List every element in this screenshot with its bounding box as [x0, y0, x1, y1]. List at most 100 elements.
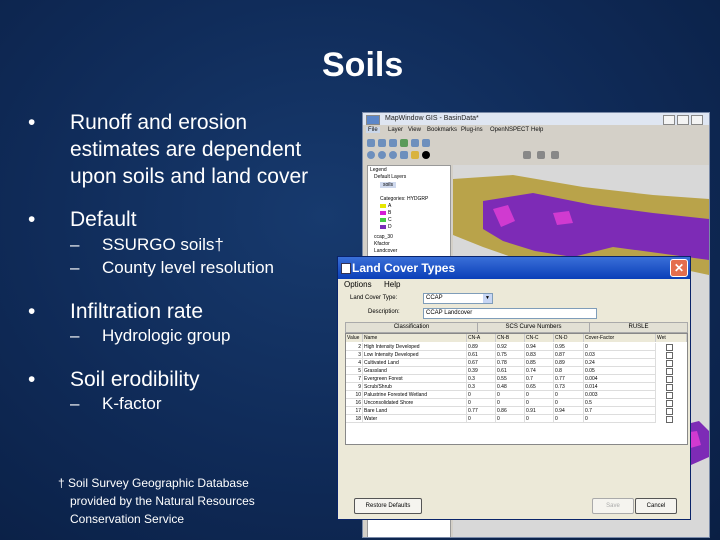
table-cell[interactable]: High Intensity Developed [363, 343, 467, 351]
chevron-down-icon[interactable]: ▼ [483, 294, 492, 303]
table-cell[interactable]: 5 [346, 367, 363, 375]
wet-checkbox[interactable] [666, 392, 673, 399]
column-header[interactable]: Value [346, 334, 363, 342]
table-cell[interactable]: 0 [525, 399, 554, 407]
land-cover-table[interactable]: Value Name CN-A CN-B CN-C CN-D Cover-Factor Wet… [345, 333, 688, 445]
table-cell[interactable]: 0 [467, 391, 496, 399]
column-header[interactable]: Wet [656, 334, 687, 342]
table-cell[interactable]: 0.003 [584, 391, 656, 399]
close-icon[interactable] [691, 115, 703, 125]
wet-checkbox[interactable]: ✓ [666, 416, 673, 423]
table-cell[interactable]: 2 [346, 343, 363, 351]
table-row[interactable]: 5 Grassland 0.39 0.61 0.74 0.8 0.05 [346, 367, 687, 375]
table-row[interactable]: 18 Water 0 0 0 0 0 ✓ [346, 415, 687, 423]
zoom-extent-icon[interactable] [389, 151, 397, 159]
table-row[interactable]: 10 Palustrine Forested Wetland 0 0 0 0 0.003 [346, 391, 687, 399]
table-row[interactable]: 7 Evergreen Forest 0.3 0.55 0.7 0.77 0.004 [346, 375, 687, 383]
table-cell[interactable]: Evergreen Forest [363, 375, 467, 383]
table-row[interactable]: 2 High Intensity Developed 0.89 0.92 0.94 0.9… [346, 343, 687, 351]
table-cell[interactable]: 0.014 [584, 383, 656, 391]
table-cell[interactable]: 0.3 [467, 383, 496, 391]
table-cell[interactable]: 0.95 [554, 343, 584, 351]
column-header[interactable]: CN-C [525, 334, 554, 342]
print-icon[interactable] [400, 139, 408, 147]
wet-checkbox[interactable] [666, 376, 673, 383]
table-cell[interactable]: 0 [467, 399, 496, 407]
table-cell[interactable]: 0 [496, 399, 525, 407]
tool-icon[interactable] [537, 151, 545, 159]
table-cell[interactable]: Low Intensity Developed [363, 351, 467, 359]
menu-opennspect[interactable]: OpenNSPECT [490, 127, 529, 133]
table-cell[interactable]: 0.67 [467, 359, 496, 367]
table-cell[interactable]: 0 [584, 415, 656, 423]
column-header[interactable]: CN-D [554, 334, 584, 342]
menu-file[interactable]: File [366, 127, 380, 133]
dialog-titlebar[interactable]: Land Cover Types ✕ [338, 257, 690, 279]
table-cell[interactable]: 0.87 [554, 351, 584, 359]
table-cell[interactable]: Water [363, 415, 467, 423]
tool-icon[interactable] [551, 151, 559, 159]
minimize-icon[interactable] [663, 115, 675, 125]
table-cell[interactable]: Grassland [363, 367, 467, 375]
table-cell[interactable]: 0.65 [525, 383, 554, 391]
wet-checkbox[interactable] [666, 400, 673, 407]
table-cell[interactable]: 10 [346, 391, 363, 399]
table-cell[interactable]: 0 [525, 391, 554, 399]
wet-checkbox[interactable] [666, 360, 673, 367]
land-cover-type-select[interactable]: CCAP ▼ [423, 293, 493, 304]
zoom-in-icon[interactable] [367, 151, 375, 159]
table-row[interactable]: 4 Cultivated Land 0.67 0.78 0.85 0.89 0.24 [346, 359, 687, 367]
legend-layer-soils[interactable]: soils [380, 182, 397, 188]
table-cell[interactable]: 0 [496, 391, 525, 399]
table-cell[interactable]: 0.85 [525, 359, 554, 367]
table-cell[interactable]: 0.91 [525, 407, 554, 415]
table-cell[interactable]: 0 [554, 399, 584, 407]
table-cell[interactable]: 0.74 [525, 367, 554, 375]
description-field[interactable]: CCAP Landcover [423, 308, 597, 319]
table-cell[interactable]: 0.89 [467, 343, 496, 351]
table-cell[interactable]: 0.05 [584, 367, 656, 375]
wet-checkbox[interactable] [666, 344, 673, 351]
table-row[interactable]: 9 Scrub/Shrub 0.3 0.48 0.65 0.73 0.014 [346, 383, 687, 391]
table-cell[interactable]: 0.55 [496, 375, 525, 383]
menu-layer[interactable]: Layer [388, 127, 403, 133]
table-cell[interactable]: 0.94 [554, 407, 584, 415]
wet-checkbox[interactable] [666, 384, 673, 391]
restore-defaults-button[interactable]: Restore Defaults [354, 498, 422, 514]
table-cell[interactable]: 0 [467, 415, 496, 423]
table-cell[interactable]: 0 [554, 391, 584, 399]
table-cell[interactable]: 0.94 [525, 343, 554, 351]
table-cell[interactable]: 0.8 [554, 367, 584, 375]
legend-layer[interactable]: Kfactor [374, 241, 390, 247]
remove-layer-icon[interactable] [422, 139, 430, 147]
table-cell[interactable]: 0.89 [554, 359, 584, 367]
table-cell[interactable]: 0.004 [584, 375, 656, 383]
maximize-icon[interactable] [677, 115, 689, 125]
table-cell[interactable]: 4 [346, 359, 363, 367]
table-cell[interactable]: 16 [346, 399, 363, 407]
table-cell[interactable]: Cultivated Land [363, 359, 467, 367]
menu-view[interactable]: View [408, 127, 421, 133]
table-cell[interactable]: 0.83 [525, 351, 554, 359]
table-cell[interactable]: 7 [346, 375, 363, 383]
table-cell[interactable]: 0.7 [525, 375, 554, 383]
zoom-out-icon[interactable] [378, 151, 386, 159]
table-cell[interactable]: 0.3 [467, 375, 496, 383]
wet-checkbox[interactable] [666, 352, 673, 359]
table-cell[interactable]: 0.5 [584, 399, 656, 407]
close-button[interactable]: ✕ [670, 259, 688, 277]
table-cell[interactable]: Palustrine Forested Wetland [363, 391, 467, 399]
table-cell[interactable]: 0.7 [584, 407, 656, 415]
table-row[interactable]: 16 Unconsolidated Shore 0 0 0 0 0.5 [346, 399, 687, 407]
add-layer-icon[interactable] [411, 139, 419, 147]
column-header[interactable]: CN-A [467, 334, 496, 342]
new-icon[interactable] [367, 139, 375, 147]
table-cell[interactable]: 0.86 [496, 407, 525, 415]
table-cell[interactable]: 9 [346, 383, 363, 391]
menu-help[interactable]: Help [384, 280, 400, 289]
wet-checkbox[interactable] [666, 408, 673, 415]
tool-icon[interactable] [523, 151, 531, 159]
legend-layer[interactable]: ccap_30 [374, 234, 393, 240]
legend-group[interactable]: Default Layers [374, 174, 406, 180]
table-cell[interactable]: 0 [584, 343, 656, 351]
